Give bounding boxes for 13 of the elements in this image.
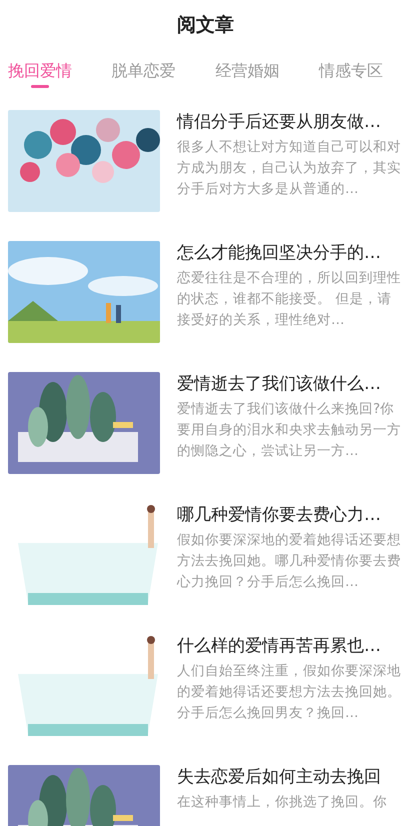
article-title[interactable]: 情侣分手后还要从朋友做… (177, 110, 405, 133)
article-title[interactable]: 失去恋爱后如何主动去挽回 (177, 765, 405, 788)
article-excerpt: 很多人不想让对方知道自己可以和对方成为朋友，自己认为放弃了，其实分手后对方大多是从普通的… (177, 138, 402, 199)
article-title[interactable]: 什么样的爱情再苦再累也… (177, 634, 405, 657)
article-excerpt: 恋爱往往是不合理的，所以回到理性的状态，谁都不能接受。 但是，请接受好的关系，理性绝对… (177, 269, 402, 330)
article-title[interactable]: 怎么才能挽回坚决分手的… (177, 241, 405, 264)
article-title[interactable]: 哪几种爱情你要去费心力… (177, 503, 405, 526)
article-excerpt: 爱情逝去了我们该做什么来挽回?你要用自身的泪水和央求去触动另一方的恻隐之心，尝试让另一方… (177, 400, 402, 461)
article-excerpt: 在这种事情上，你挑选了挽回。你 (177, 793, 388, 812)
article-excerpt: 人们自始至终注重，假如你要深深地的爱着她得话还要想方法去挽回她。分手后怎么挽回男友？挽回… (177, 662, 402, 723)
article-excerpt: 假如你要深深地的爱着她得话还要想方法去挽回她。哪几种爱情你要去费心力挽回？分手后怎么挽回… (177, 531, 402, 592)
article-title[interactable]: 爱情逝去了我们该做什么… (177, 372, 405, 395)
page-title: 阅文章 (177, 13, 234, 38)
